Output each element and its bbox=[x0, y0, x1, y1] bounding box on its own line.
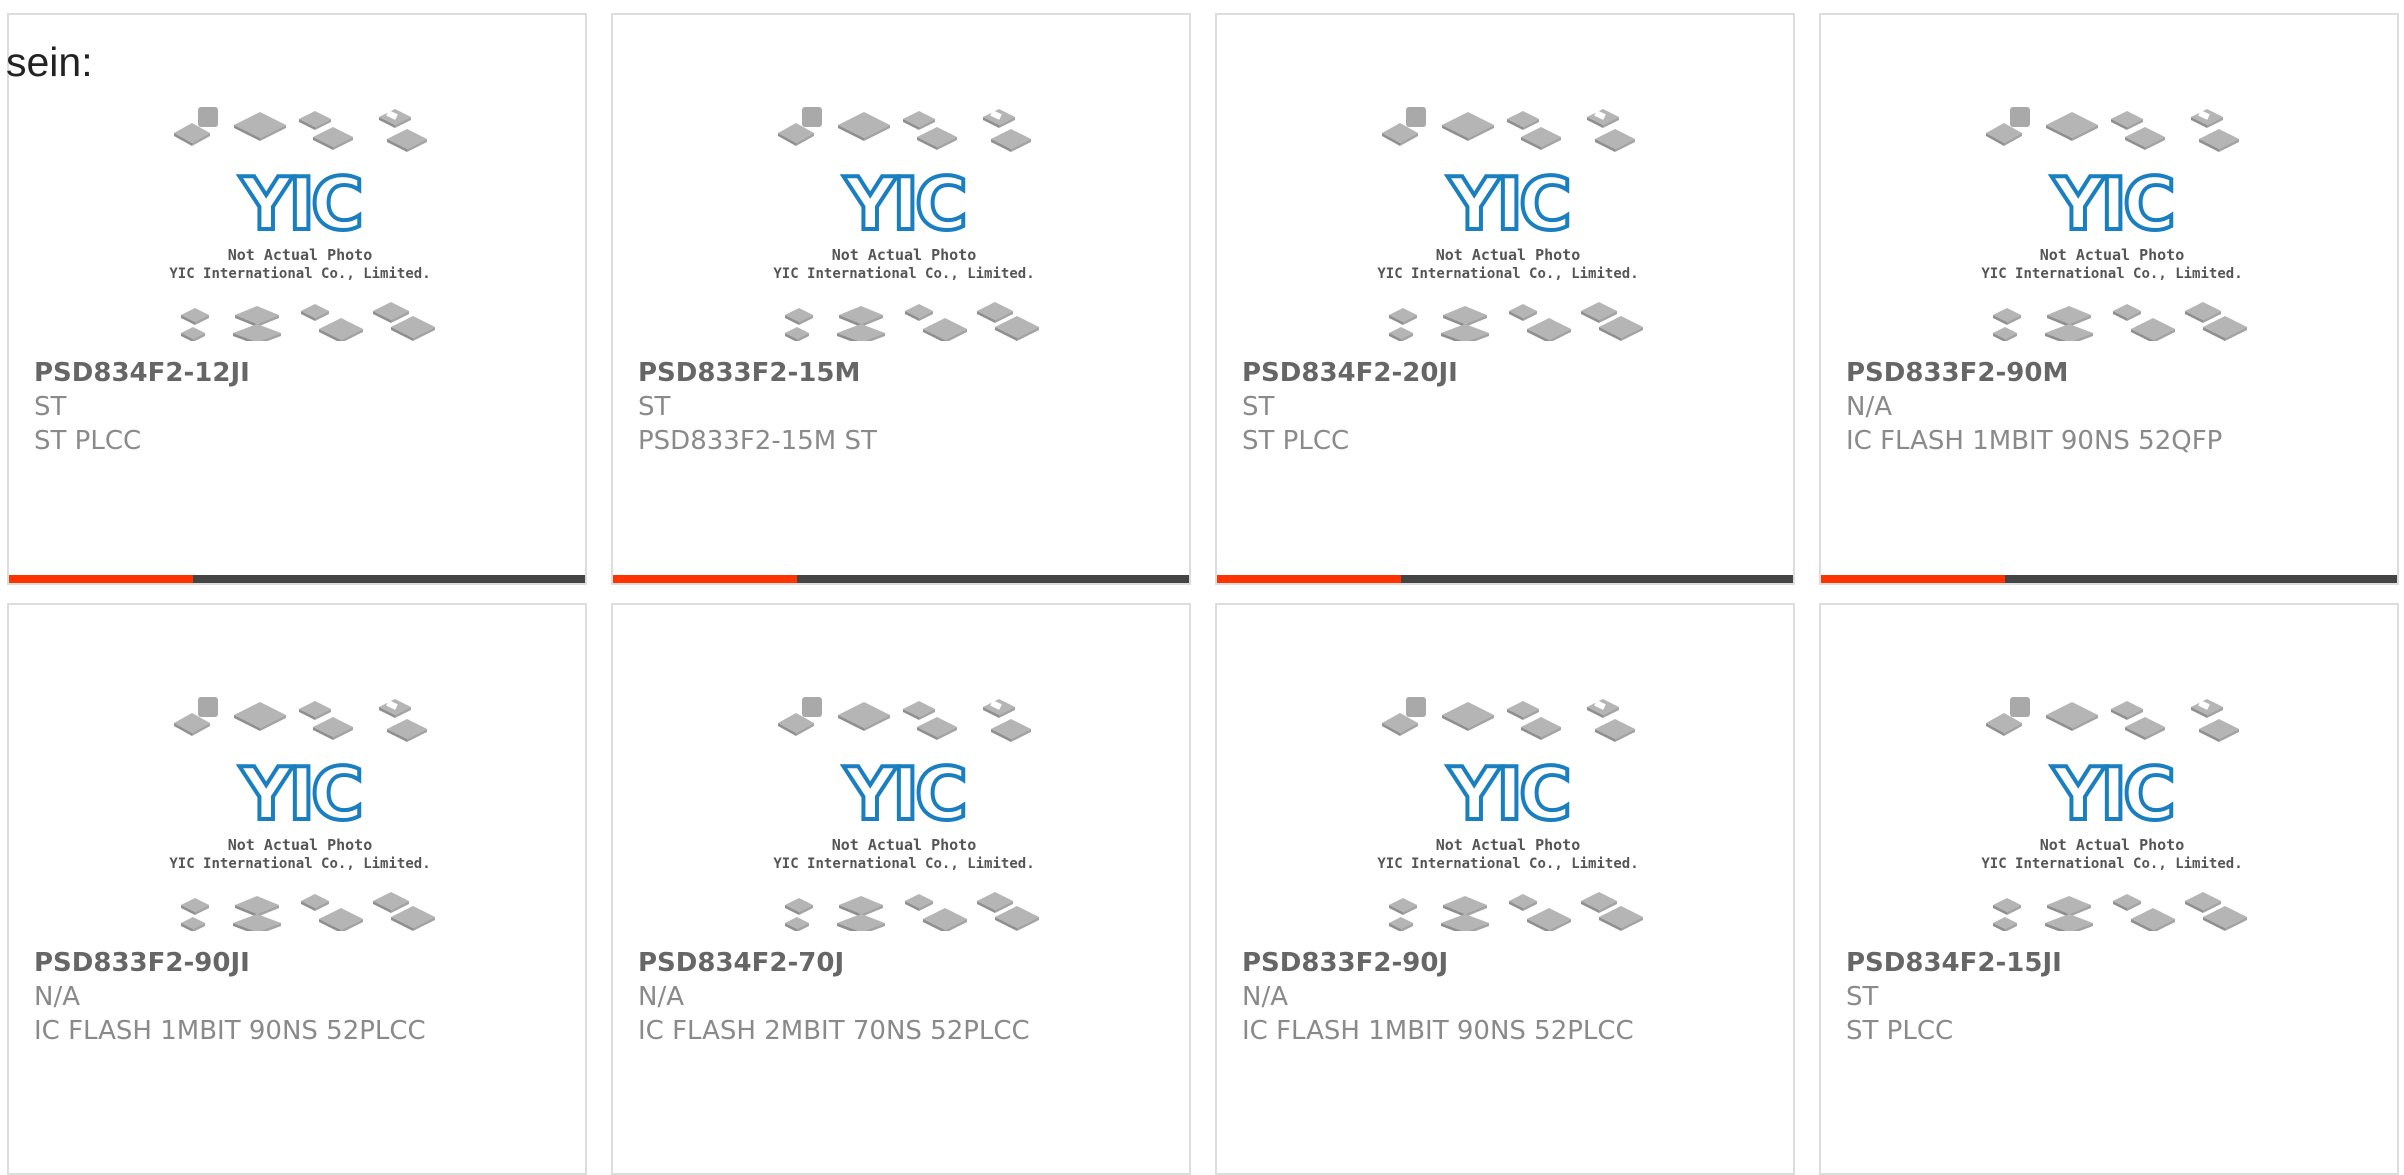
svg-text:YIC International Co., Limited: YIC International Co., Limited. bbox=[169, 856, 430, 872]
description: IC FLASH 1MBIT 90NS 52PLCC bbox=[34, 1016, 426, 1046]
svg-text:YIC International Co., Limited: YIC International Co., Limited. bbox=[1377, 856, 1638, 872]
not-actual-photo-image: YICNot Actual Photo YIC International Co.… bbox=[1981, 107, 2247, 341]
part-number[interactable]: PSD834F2-12JI bbox=[34, 356, 575, 390]
svg-text:YIC: YIC bbox=[2051, 752, 2172, 836]
not-actual-photo-image: YICNot Actual Photo YIC International Co.… bbox=[1377, 697, 1643, 931]
svg-text:YIC: YIC bbox=[1447, 162, 1568, 246]
product-card[interactable]: YIC Not Actual Photo YIC International Co.… bbox=[7, 13, 587, 585]
not-actual-photo-image: YICNot Actual Photo YIC International Co.… bbox=[169, 697, 435, 931]
svg-text:YIC International Co., Limited: YIC International Co., Limited. bbox=[169, 266, 430, 282]
card-progress-bar bbox=[1821, 575, 2397, 583]
svg-text:Not Actual Photo: Not Actual Photo bbox=[228, 246, 373, 264]
svg-text:YIC: YIC bbox=[239, 162, 360, 246]
product-card[interactable]: YIC Not Actual Photo YIC International Co.… bbox=[1819, 13, 2399, 585]
svg-text:YIC: YIC bbox=[843, 162, 964, 246]
product-card[interactable]: YIC Not Actual Photo YIC International Co.… bbox=[611, 603, 1191, 1175]
svg-text:Not Actual Photo: Not Actual Photo bbox=[2040, 246, 2185, 264]
description: ST PLCC bbox=[34, 426, 142, 456]
card-progress-bar bbox=[9, 575, 585, 583]
part-number[interactable]: PSD833F2-15M bbox=[638, 356, 1179, 390]
svg-text:YIC International Co., Limited: YIC International Co., Limited. bbox=[1981, 856, 2242, 872]
part-number[interactable]: PSD833F2-90JI bbox=[34, 946, 575, 980]
manufacturer: ST bbox=[34, 392, 67, 422]
part-number[interactable]: PSD833F2-90J bbox=[1242, 946, 1783, 980]
card-progress-fill bbox=[613, 575, 798, 583]
svg-text:YIC International Co., Limited: YIC International Co., Limited. bbox=[773, 266, 1034, 282]
manufacturer: N/A bbox=[638, 982, 684, 1012]
not-actual-photo-image: YICNot Actual Photo YIC International Co.… bbox=[773, 697, 1039, 931]
not-actual-photo-image: YICNot Actual Photo YIC International Co.… bbox=[169, 107, 435, 341]
description: IC FLASH 1MBIT 90NS 52PLCC bbox=[1242, 1016, 1634, 1046]
svg-text:Not Actual Photo: Not Actual Photo bbox=[1436, 246, 1581, 264]
part-number[interactable]: PSD834F2-15JI bbox=[1846, 946, 2387, 980]
manufacturer: N/A bbox=[34, 982, 80, 1012]
card-progress-bar bbox=[1217, 575, 1793, 583]
manufacturer: ST bbox=[1846, 982, 1879, 1012]
card-progress-fill bbox=[9, 575, 194, 583]
description: ST PLCC bbox=[1846, 1016, 1954, 1046]
svg-text:Not Actual Photo: Not Actual Photo bbox=[2040, 836, 2185, 854]
product-card[interactable]: YIC Not Actual Photo YIC International Co.… bbox=[7, 603, 587, 1175]
description: ST PLCC bbox=[1242, 426, 1350, 456]
svg-text:YIC International Co., Limited: YIC International Co., Limited. bbox=[1377, 266, 1638, 282]
svg-text:YIC: YIC bbox=[843, 752, 964, 836]
lead-text: sein: bbox=[6, 39, 93, 85]
card-progress-fill bbox=[1821, 575, 2006, 583]
svg-text:YIC: YIC bbox=[1447, 752, 1568, 836]
part-number[interactable]: PSD834F2-20JI bbox=[1242, 356, 1783, 390]
description: PSD833F2-15M ST bbox=[638, 426, 877, 456]
product-card[interactable]: YIC Not Actual Photo YIC International Co.… bbox=[611, 13, 1191, 585]
card-progress-bar bbox=[613, 575, 1189, 583]
manufacturer: N/A bbox=[1242, 982, 1288, 1012]
part-number[interactable]: PSD833F2-90M bbox=[1846, 356, 2387, 390]
manufacturer: ST bbox=[1242, 392, 1275, 422]
manufacturer: N/A bbox=[1846, 392, 1892, 422]
description: IC FLASH 2MBIT 70NS 52PLCC bbox=[638, 1016, 1030, 1046]
svg-text:Not Actual Photo: Not Actual Photo bbox=[1436, 836, 1581, 854]
manufacturer: ST bbox=[638, 392, 671, 422]
product-card[interactable]: YIC Not Actual Photo YIC International Co.… bbox=[1819, 603, 2399, 1175]
not-actual-photo-image: YICNot Actual Photo YIC International Co.… bbox=[773, 107, 1039, 341]
svg-text:Not Actual Photo: Not Actual Photo bbox=[832, 246, 977, 264]
svg-text:YIC International Co., Limited: YIC International Co., Limited. bbox=[773, 856, 1034, 872]
card-progress-fill bbox=[1217, 575, 1402, 583]
svg-text:YIC International Co., Limited: YIC International Co., Limited. bbox=[1981, 266, 2242, 282]
svg-text:Not Actual Photo: Not Actual Photo bbox=[228, 836, 373, 854]
not-actual-photo-image: YICNot Actual Photo YIC International Co.… bbox=[1377, 107, 1643, 341]
svg-text:YIC: YIC bbox=[239, 752, 360, 836]
svg-text:YIC: YIC bbox=[2051, 162, 2172, 246]
part-number[interactable]: PSD834F2-70J bbox=[638, 946, 1179, 980]
product-grid: YIC Not Actual Photo YIC International Co.… bbox=[7, 13, 2399, 1175]
product-card[interactable]: YIC Not Actual Photo YIC International Co.… bbox=[1215, 13, 1795, 585]
svg-text:Not Actual Photo: Not Actual Photo bbox=[832, 836, 977, 854]
product-card[interactable]: YIC Not Actual Photo YIC International Co.… bbox=[1215, 603, 1795, 1175]
not-actual-photo-image: YICNot Actual Photo YIC International Co.… bbox=[1981, 697, 2247, 931]
description: IC FLASH 1MBIT 90NS 52QFP bbox=[1846, 426, 2223, 456]
